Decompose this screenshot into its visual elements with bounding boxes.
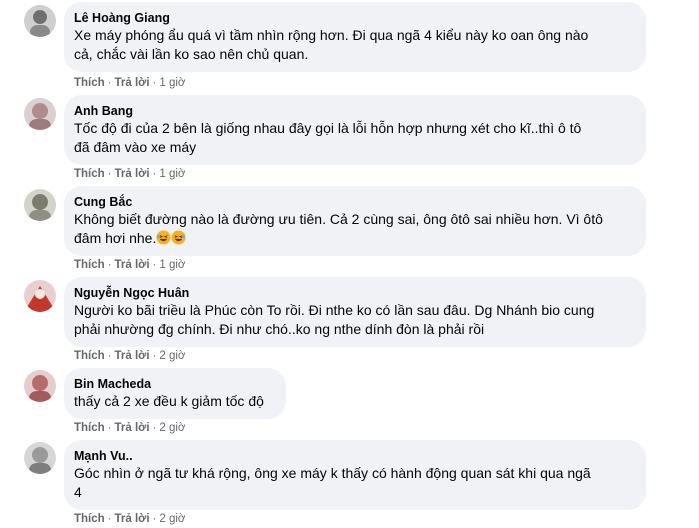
comment-timestamp[interactable]: 1 giờ bbox=[159, 168, 185, 180]
like-button[interactable]: Thích bbox=[74, 422, 105, 434]
comment-text-line: Góc nhìn ở ngã tư khá rộng, ông xe máy k… bbox=[74, 465, 591, 481]
separator: · bbox=[107, 168, 112, 180]
avatar-image bbox=[24, 370, 56, 402]
comment-actions: Thích · Trả lời · 1 giờ bbox=[74, 167, 185, 181]
avatar[interactable] bbox=[24, 280, 56, 312]
reply-button[interactable]: Trả lời bbox=[115, 259, 150, 271]
comment-bubble: Bin Macheda thấy cả 2 xe đều k giảm tốc … bbox=[64, 368, 286, 419]
comment-timestamp[interactable]: 1 giờ bbox=[159, 259, 185, 271]
laughing-emoji-icon bbox=[156, 230, 186, 246]
reply-button[interactable]: Trả lời bbox=[115, 513, 150, 525]
comment-text-line: Xe máy phóng ẩu quá vì tầm nhìn rộng hơn… bbox=[74, 27, 589, 43]
comment-text-line: đã đâm vào xe máy bbox=[74, 139, 197, 155]
avatar-image bbox=[24, 98, 56, 130]
comment-author[interactable]: Cung Bắc bbox=[74, 194, 634, 210]
separator: · bbox=[152, 422, 157, 434]
reply-button[interactable]: Trả lời bbox=[115, 350, 150, 362]
comment-timestamp[interactable]: 2 giờ bbox=[159, 422, 185, 434]
like-button[interactable]: Thích bbox=[74, 77, 105, 89]
comment-author[interactable]: Anh Bang bbox=[74, 103, 634, 119]
comment-text-fragment: đâm hơi nhe. bbox=[74, 230, 157, 246]
like-button[interactable]: Thích bbox=[74, 350, 105, 362]
like-button[interactable]: Thích bbox=[74, 513, 105, 525]
like-button[interactable]: Thích bbox=[74, 168, 105, 180]
comment-timestamp[interactable]: 2 giờ bbox=[159, 350, 185, 362]
avatar[interactable] bbox=[24, 189, 56, 221]
comment-actions: Thích · Trả lời · 2 giờ bbox=[74, 349, 185, 363]
separator: · bbox=[107, 77, 112, 89]
comment-text-line: Tốc độ đi của 2 bên là giống nhau đây gọ… bbox=[74, 120, 582, 136]
comment-text-line: cả, chắc vài lần ko sao nên chủ quan. bbox=[74, 46, 309, 62]
comment-author[interactable]: Nguyễn Ngọc Huân bbox=[74, 285, 634, 301]
reply-button[interactable]: Trả lời bbox=[115, 168, 150, 180]
like-button[interactable]: Thích bbox=[74, 259, 105, 271]
comment-author[interactable]: Lê Hoàng Giang bbox=[74, 10, 634, 26]
separator: · bbox=[152, 168, 157, 180]
comment-author[interactable]: Bin Macheda bbox=[74, 376, 274, 392]
avatar[interactable] bbox=[24, 370, 56, 402]
comment-text-line: 4 bbox=[74, 484, 82, 500]
avatar-image bbox=[24, 442, 56, 474]
separator: · bbox=[152, 259, 157, 271]
reply-button[interactable]: Trả lời bbox=[115, 422, 150, 434]
comment-actions: Thích · Trả lời · 1 giờ bbox=[74, 258, 185, 272]
comment-text-line: Không biết đường nào là đường ưu tiên. C… bbox=[74, 211, 603, 227]
comment-bubble: Lê Hoàng Giang Xe máy phóng ẩu quá vì tầ… bbox=[64, 2, 646, 72]
comment-actions: Thích · Trả lời · 2 giờ bbox=[74, 421, 185, 435]
avatar[interactable] bbox=[24, 98, 56, 130]
comment-text-line: thấy cả 2 xe đều k giảm tốc độ bbox=[74, 393, 264, 409]
separator: · bbox=[152, 513, 157, 525]
comment-bubble: Anh Bang Tốc độ đi của 2 bên là giống nh… bbox=[64, 95, 646, 165]
comment-text-line: Người ko bãi triều là Phúc còn To rồi. Đ… bbox=[74, 302, 595, 318]
comment-bubble: Cung Bắc Không biết đường nào là đường ư… bbox=[64, 186, 646, 256]
separator: · bbox=[107, 259, 112, 271]
comment-bubble: Mạnh Vu.. Góc nhìn ở ngã tư khá rộng, ôn… bbox=[64, 440, 646, 510]
avatar-image bbox=[24, 280, 56, 312]
comment-timestamp[interactable]: 2 giờ bbox=[159, 513, 185, 525]
avatar[interactable] bbox=[24, 442, 56, 474]
separator: · bbox=[152, 77, 157, 89]
avatar-image bbox=[24, 189, 56, 221]
comment-text-line: đâm hơi nhe. bbox=[74, 229, 634, 248]
comment-text-line: phải nhường đg chính. Đi như chó..ko ng … bbox=[74, 321, 485, 337]
comment-timestamp[interactable]: 1 giờ bbox=[159, 77, 185, 89]
comment-actions: Thích · Trả lời · 2 giờ bbox=[74, 512, 185, 526]
reply-button[interactable]: Trả lời bbox=[115, 77, 150, 89]
comment-author[interactable]: Mạnh Vu.. bbox=[74, 448, 634, 464]
avatar-image bbox=[24, 5, 56, 37]
separator: · bbox=[107, 513, 112, 525]
separator: · bbox=[107, 350, 112, 362]
separator: · bbox=[152, 350, 157, 362]
separator: · bbox=[107, 422, 112, 434]
comment-bubble: Nguyễn Ngọc Huân Người ko bãi triều là P… bbox=[64, 277, 646, 347]
comment-actions: Thích · Trả lời · 1 giờ bbox=[74, 76, 185, 90]
avatar[interactable] bbox=[24, 5, 56, 37]
